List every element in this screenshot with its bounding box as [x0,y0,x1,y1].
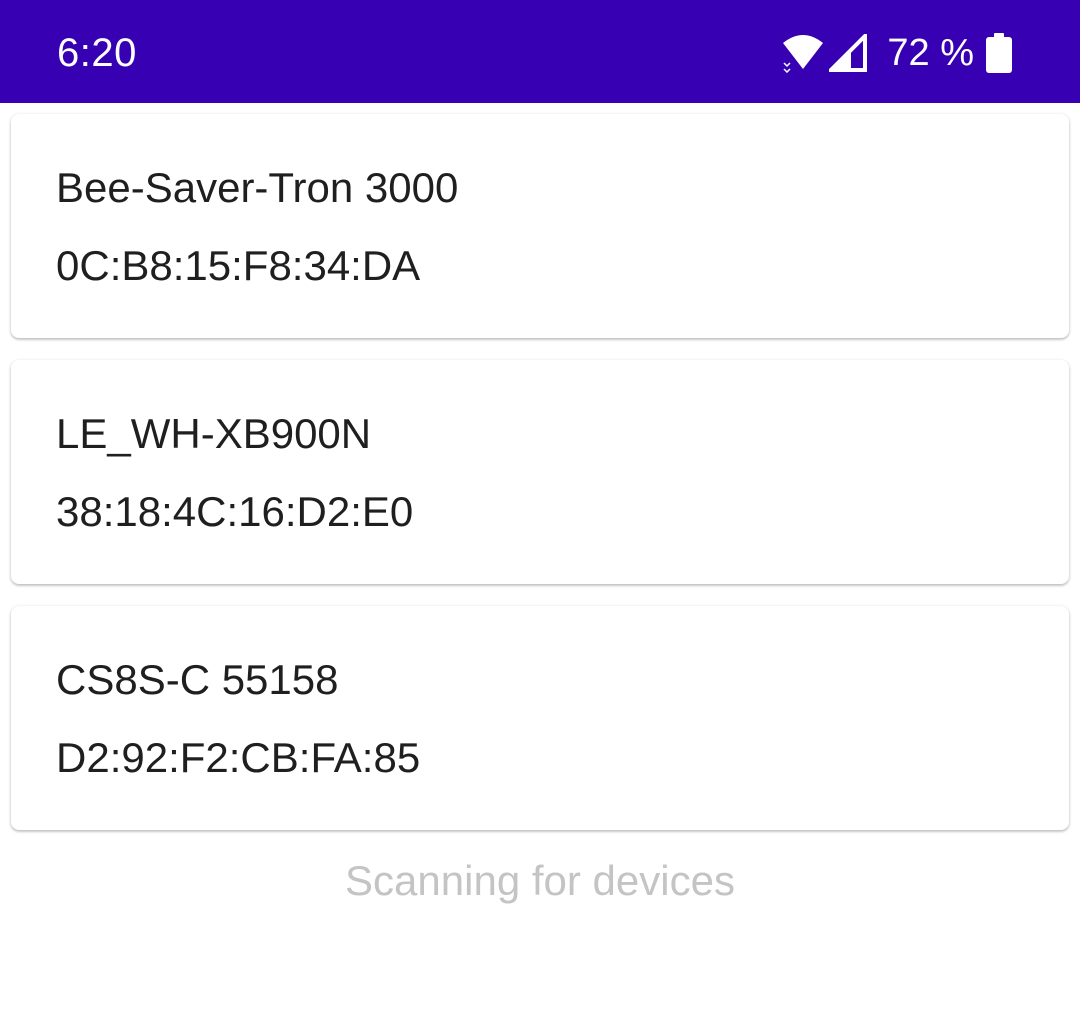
device-list: Bee-Saver-Tron 3000 0C:B8:15:F8:34:DA LE… [11,114,1069,852]
device-address: 38:18:4C:16:D2:E0 [56,488,414,535]
wifi-icon [783,35,824,73]
status-indicators: 72 % [781,30,1012,76]
device-card[interactable]: Bee-Saver-Tron 3000 0C:B8:15:F8:34:DA [11,114,1069,338]
battery-percentage: 72 % [887,32,974,74]
status-time: 6:20 [57,31,137,75]
scanning-status: Scanning for devices [345,857,735,904]
device-address: D2:92:F2:CB:FA:85 [56,734,421,781]
device-card[interactable]: CS8S-C 55158 D2:92:F2:CB:FA:85 [11,606,1069,830]
status-bar: 6:20 72 % [0,0,1080,103]
device-name: LE_WH-XB900N [56,410,372,457]
device-name: CS8S-C 55158 [56,656,339,703]
device-name: Bee-Saver-Tron 3000 [56,164,459,211]
battery-icon [986,33,1012,73]
device-address: 0C:B8:15:F8:34:DA [56,242,421,289]
device-card[interactable]: LE_WH-XB900N 38:18:4C:16:D2:E0 [11,360,1069,584]
cell-signal-icon [829,34,868,72]
